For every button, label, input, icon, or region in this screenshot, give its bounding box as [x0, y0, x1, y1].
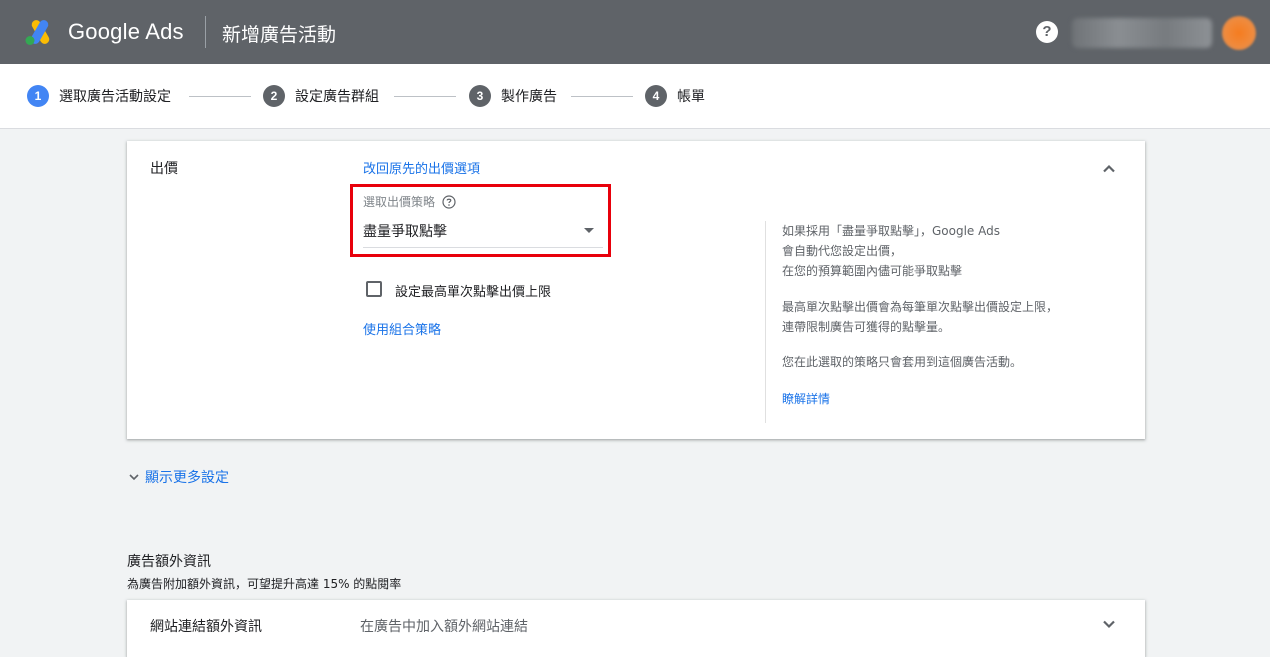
chevron-down-icon: [129, 474, 139, 481]
chevron-down-icon[interactable]: [1097, 612, 1121, 636]
help-icon[interactable]: ?: [1036, 21, 1058, 43]
avatar[interactable]: [1222, 16, 1256, 50]
learn-more-link[interactable]: 瞭解詳情: [782, 390, 830, 407]
strategy-field-label: 選取出價策略: [363, 193, 456, 210]
page-title: 新增廣告活動: [222, 24, 337, 46]
top-app-bar: Google Ads 新增廣告活動 ?: [0, 0, 1270, 64]
bidding-section-label: 出價: [150, 161, 178, 177]
help-line: 最高單次點擊出價會為每筆單次點擊出價設定上限，: [782, 300, 1059, 314]
extensions-subtitle: 為廣告附加額外資訊，可望提升高達 15% 的點閱率: [127, 577, 402, 591]
step-label: 設定廣告群組: [295, 89, 379, 105]
dropdown-arrow-icon[interactable]: [584, 228, 594, 233]
step-label: 帳單: [677, 89, 705, 105]
step-number: 4: [645, 85, 667, 107]
max-cpc-checkbox-label[interactable]: 設定最高單次點擊出價上限: [395, 281, 551, 300]
step-connector: [189, 96, 251, 97]
google-ads-logo-icon[interactable]: [24, 18, 56, 46]
step-ad-groups[interactable]: 2 設定廣告群組: [263, 85, 379, 107]
restore-bidding-link[interactable]: 改回原先的出價選項: [363, 158, 480, 177]
sitelink-label: 網站連結額外資訊: [150, 619, 262, 635]
chevron-up-icon[interactable]: [1097, 157, 1121, 181]
account-name-blurred[interactable]: [1072, 18, 1212, 48]
bid-strategy-select[interactable]: 盡量爭取點擊: [363, 221, 447, 241]
help-line: 在您的預算範圍內儘可能爭取點擊: [782, 264, 963, 278]
campaign-stepper: 1 選取廣告活動設定 2 設定廣告群組 3 製作廣告 4 帳單: [0, 64, 1270, 129]
brand-name: Google Ads: [68, 19, 184, 44]
header-divider: [205, 16, 206, 48]
help-panel-divider: [765, 221, 766, 423]
extensions-title: 廣告額外資訊: [127, 554, 211, 570]
max-cpc-checkbox[interactable]: [366, 281, 382, 297]
help-text-strategy: 如果採用「盡量爭取點擊」，Google Ads 會自動代您設定出價， 在您的預算…: [782, 221, 1000, 281]
step-billing[interactable]: 4 帳單: [645, 85, 705, 107]
step-campaign-settings[interactable]: 1 選取廣告活動設定: [27, 85, 171, 107]
show-more-settings-toggle[interactable]: 顯示更多設定: [127, 467, 229, 487]
step-number: 1: [27, 85, 49, 107]
select-underline: [363, 247, 603, 248]
help-line: 會自動代您設定出價，: [782, 244, 903, 258]
step-create-ads[interactable]: 3 製作廣告: [469, 85, 557, 107]
sitelink-hint: 在廣告中加入額外網站連結: [360, 619, 528, 635]
step-number: 2: [263, 85, 285, 107]
question-help-icon[interactable]: [442, 194, 456, 209]
step-connector: [394, 96, 456, 97]
step-label: 選取廣告活動設定: [59, 89, 171, 105]
bidding-card: 出價 改回原先的出價選項 選取出價策略 盡量爭取點擊 設定最高單次點擊出價上限 …: [127, 141, 1145, 439]
help-line: 如果採用「盡量爭取點擊」，Google Ads: [782, 224, 1000, 238]
sitelink-extension-card[interactable]: 網站連結額外資訊 在廣告中加入額外網站連結: [127, 600, 1145, 657]
step-label: 製作廣告: [501, 89, 557, 105]
help-line: 連帶限制廣告可獲得的點擊量。: [782, 320, 951, 334]
strategy-label-text: 選取出價策略: [363, 195, 436, 209]
help-text-max-cpc: 最高單次點擊出價會為每筆單次點擊出價設定上限， 連帶限制廣告可獲得的點擊量。: [782, 297, 1058, 337]
step-connector: [571, 96, 633, 97]
show-more-settings-label: 顯示更多設定: [145, 470, 229, 486]
portfolio-strategy-link[interactable]: 使用組合策略: [363, 319, 441, 338]
help-text-scope: 您在此選取的策略只會套用到這個廣告活動。: [782, 355, 1023, 369]
step-number: 3: [469, 85, 491, 107]
